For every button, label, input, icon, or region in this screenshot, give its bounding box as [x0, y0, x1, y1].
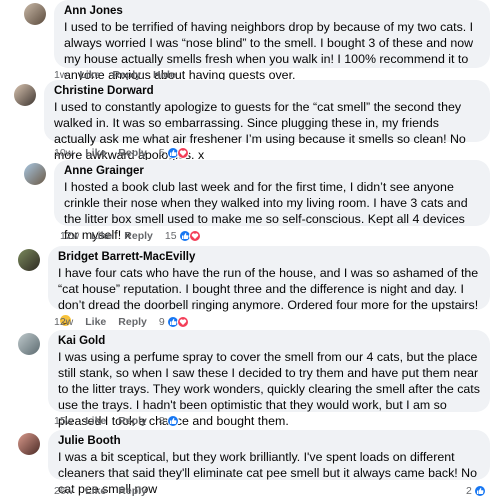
avatar[interactable]: [18, 333, 40, 355]
reaction-count-value: 8: [158, 415, 165, 427]
reaction-count[interactable]: 8: [159, 415, 179, 427]
love-reaction-icon: [176, 316, 189, 328]
comment-time[interactable]: 15w: [54, 415, 73, 427]
comment-time[interactable]: 26w: [54, 485, 73, 497]
comment-time[interactable]: 12w: [54, 316, 73, 328]
comment-actions: 12w Like Reply 9: [54, 316, 189, 328]
comment-actions: 26w Like Reply: [54, 485, 147, 497]
like-button[interactable]: Like: [91, 230, 112, 242]
comment-bubble: Anne Grainger I hosted a book club last …: [54, 160, 490, 242]
comment-actions: 10w Like Reply 5: [54, 147, 189, 159]
comment-bubble: Ann Jones I used to be terrified of havi…: [54, 0, 490, 82]
comment-author[interactable]: Christine Dorward: [54, 84, 480, 98]
love-reaction-icon: [188, 230, 201, 242]
reaction-count-value: 9: [158, 316, 165, 328]
comment-actions: 12w Like Reply 15: [60, 230, 201, 242]
reply-button[interactable]: Reply: [118, 147, 147, 159]
reaction-count-value: 5: [158, 147, 165, 159]
comment-time[interactable]: 10w: [54, 147, 73, 159]
comment-author[interactable]: Bridget Barrett-MacEvilly: [58, 250, 480, 264]
comment-bubble: Christine Dorward I used to constantly a…: [44, 80, 490, 162]
avatar[interactable]: [14, 84, 36, 106]
comment-author[interactable]: Anne Grainger: [64, 164, 480, 178]
like-button[interactable]: Like: [85, 485, 106, 497]
like-button[interactable]: Like: [85, 316, 106, 328]
comment-author[interactable]: Kai Gold: [58, 334, 480, 348]
reply-button[interactable]: Reply: [124, 230, 153, 242]
avatar[interactable]: [18, 433, 40, 455]
reply-button[interactable]: Reply: [118, 485, 147, 497]
comment-time[interactable]: 12w: [60, 230, 79, 242]
comment-bubble: Bridget Barrett-MacEvilly I have four ca…: [48, 246, 490, 326]
comment-author[interactable]: Julie Booth: [58, 434, 480, 448]
reaction-count[interactable]: 2: [466, 485, 486, 497]
comment-actions: 15w Like Reply 8: [54, 415, 179, 427]
comment-bubble: Kai Gold I was using a perfume spray to …: [48, 330, 490, 428]
like-reaction-icon: [166, 415, 179, 427]
reaction-count[interactable]: 5: [159, 147, 189, 159]
reaction-count[interactable]: 15: [165, 230, 201, 242]
reaction-summary: 2: [466, 485, 486, 497]
comment-author[interactable]: Ann Jones: [64, 4, 480, 18]
reply-button[interactable]: Reply: [118, 415, 147, 427]
like-reaction-icon: [473, 485, 486, 497]
reaction-count-value: 2: [466, 485, 472, 497]
avatar[interactable]: [24, 163, 46, 185]
like-button[interactable]: Like: [85, 415, 106, 427]
comment-text-body: I have four cats who have the run of the…: [58, 266, 479, 312]
avatar[interactable]: [24, 3, 46, 25]
avatar[interactable]: [18, 249, 40, 271]
reaction-count-value: 15: [164, 230, 177, 242]
comment-bubble: Julie Booth I was a bit sceptical, but t…: [48, 430, 490, 496]
like-button[interactable]: Like: [85, 147, 106, 159]
love-reaction-icon: [176, 147, 189, 159]
reply-button[interactable]: Reply: [118, 316, 147, 328]
reaction-count[interactable]: 9: [159, 316, 189, 328]
